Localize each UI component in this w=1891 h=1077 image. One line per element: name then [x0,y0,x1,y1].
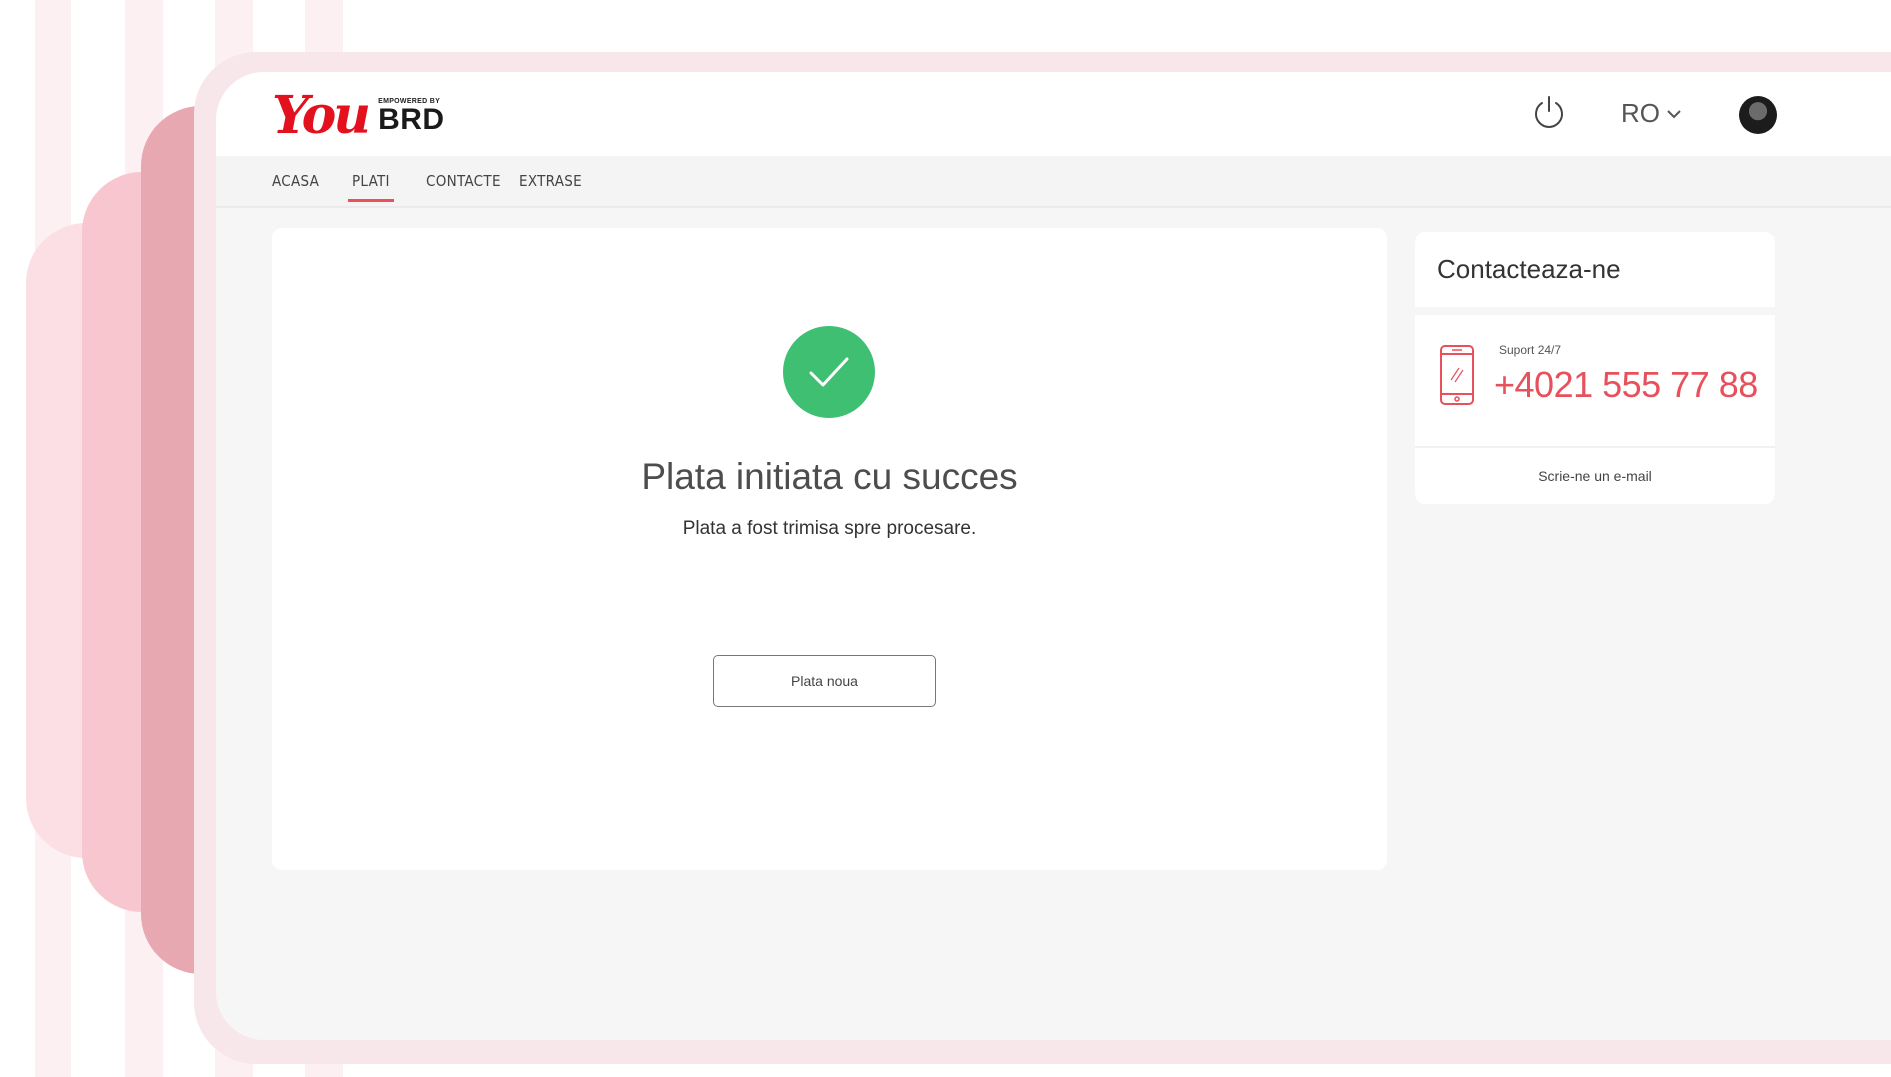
nav-item-contacte[interactable]: CONTACTE [426,172,501,190]
nav-item-acasa[interactable]: ACASA [272,172,319,190]
chevron-down-icon [1667,109,1681,118]
power-icon [1535,96,1563,128]
check-icon [809,357,849,387]
result-title: Plata initiata cu succes [641,456,1018,497]
support-label: Suport 24/7 [1499,343,1562,357]
divider [1415,307,1775,315]
contact-title: Contacteaza-ne [1437,254,1621,284]
divider [1415,446,1775,448]
mobile-phone-icon [1440,345,1474,405]
app-header: You EMPOWERED BY BRD RO [216,72,1891,156]
logo-wordmark: You [272,85,371,146]
logo-bank-name: BRD [378,102,445,136]
nav-item-plati[interactable]: PLATI [348,172,394,202]
email-us-link[interactable]: Scrie-ne un e-mail [1415,468,1775,484]
result-message: Plata a fost trimisa spre procesare. [682,518,977,539]
user-avatar[interactable] [1739,96,1777,134]
support-phone-number[interactable]: +4021 555 77 88 [1494,364,1758,406]
contact-card: Contacteaza-ne Suport 24/7 +4021 555 77 … [1415,232,1775,504]
new-payment-button[interactable]: Plata noua [713,655,936,707]
nav-item-extrase[interactable]: EXTRASE [519,172,582,190]
success-badge [783,326,875,418]
payment-result-card: Plata initiata cu succes Plata a fost tr… [272,228,1387,870]
you-brd-logo[interactable]: You EMPOWERED BY BRD [272,86,445,146]
app-screen: You EMPOWERED BY BRD RO ACASA PLATI CONT… [216,72,1891,1040]
language-label: RO [1621,98,1660,128]
logout-button[interactable] [1529,92,1569,132]
language-selector[interactable]: RO [1621,98,1682,129]
logo-bank: EMPOWERED BY BRD [378,98,445,135]
main-nav: ACASA PLATI CONTACTE EXTRASE [216,156,1891,208]
